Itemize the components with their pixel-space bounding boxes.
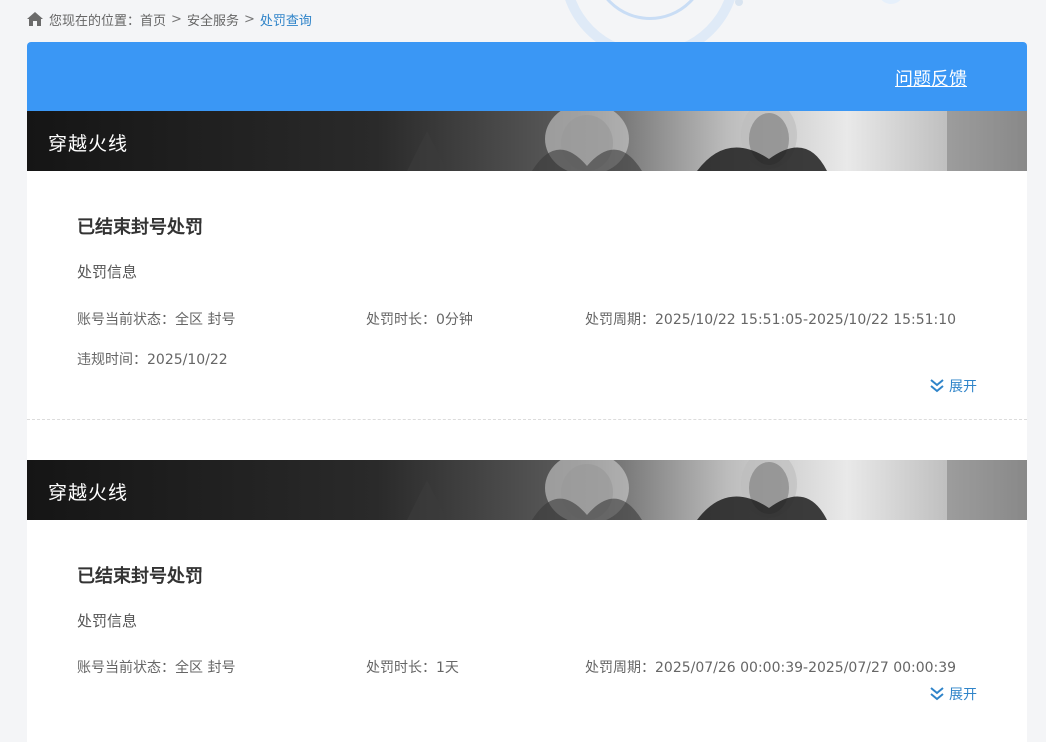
section-label: 处罚信息 (77, 612, 138, 630)
home-icon (27, 12, 43, 26)
account-status-value: 全区 封号 (175, 660, 236, 676)
expand-label: 展开 (949, 687, 977, 703)
game-title: 穿越火线 (48, 133, 129, 155)
period-label: 处罚周期： (585, 660, 655, 676)
violation-time-value: 2025/10/22 (147, 352, 228, 368)
section-label: 处罚信息 (77, 263, 138, 281)
account-status-field: 账号当前状态：全区 封号 (77, 657, 235, 677)
breadcrumb-item-security[interactable]: 安全服务 (187, 10, 239, 29)
expand-button[interactable]: 展开 (929, 684, 977, 704)
account-status-value: 全区 封号 (175, 312, 236, 328)
duration-value: 1天 (436, 660, 459, 676)
background-decoration (735, 0, 743, 6)
duration-label: 处罚时长： (366, 312, 436, 328)
period-field: 处罚周期：2025/07/26 00:00:39-2025/07/27 00:0… (585, 657, 956, 677)
double-chevron-down-icon (930, 379, 944, 393)
banner-artwork (407, 460, 1027, 520)
banner-artwork (407, 111, 1027, 171)
account-status-label: 账号当前状态： (77, 660, 175, 676)
account-status-label: 账号当前状态： (77, 312, 175, 328)
breadcrumb: 您现在的位置： 首页 > 安全服务 > 处罚查询 (27, 10, 312, 29)
breadcrumb-item-home[interactable]: 首页 (140, 10, 166, 29)
period-value: 2025/07/26 00:00:39-2025/07/27 00:00:39 (655, 660, 957, 676)
game-banner: 穿越火线 (27, 111, 1027, 171)
duration-field: 处罚时长：0分钟 (366, 309, 473, 329)
violation-time-label: 违规时间： (77, 352, 147, 368)
breadcrumb-separator: > (243, 11, 255, 27)
punishment-panel: 问题反馈 穿越火线 已结束封号处罚 处罚信息 账号当前状态：全区 封号 处罚时长… (27, 42, 1027, 742)
expand-button[interactable]: 展开 (929, 376, 977, 396)
game-title: 穿越火线 (48, 482, 129, 504)
violation-time-field: 违规时间：2025/10/22 (77, 349, 228, 369)
background-decoration (592, 0, 708, 20)
period-value: 2025/10/22 15:51:05-2025/10/22 15:51:10 (655, 312, 957, 328)
duration-field: 处罚时长：1天 (366, 657, 459, 677)
duration-value: 0分钟 (436, 312, 473, 328)
period-label: 处罚周期： (585, 312, 655, 328)
account-status-field: 账号当前状态：全区 封号 (77, 309, 235, 329)
breadcrumb-item-current: 处罚查询 (259, 13, 312, 29)
record-divider (27, 419, 1027, 420)
punishment-record: 穿越火线 已结束封号处罚 处罚信息 账号当前状态：全区 封号 处罚时长：1天 处… (27, 460, 1027, 703)
punishment-record: 穿越火线 已结束封号处罚 处罚信息 账号当前状态：全区 封号 处罚时长：0分钟 … (27, 111, 1027, 420)
feedback-link[interactable]: 问题反馈 (895, 65, 967, 91)
expand-label: 展开 (949, 379, 977, 395)
duration-label: 处罚时长： (366, 660, 436, 676)
background-decoration (878, 0, 904, 4)
record-title: 已结束封号处罚 (77, 217, 203, 238)
breadcrumb-separator: > (171, 11, 182, 27)
panel-header: 问题反馈 (27, 42, 1027, 111)
breadcrumb-prefix: 您现在的位置： (49, 13, 141, 29)
game-banner: 穿越火线 (27, 460, 1027, 520)
period-field: 处罚周期：2025/10/22 15:51:05-2025/10/22 15:5… (585, 309, 956, 329)
record-title: 已结束封号处罚 (77, 566, 203, 587)
